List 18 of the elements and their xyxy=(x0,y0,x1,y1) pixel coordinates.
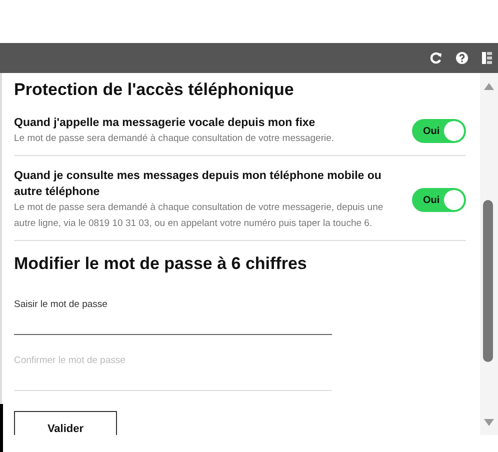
panel-icon[interactable] xyxy=(482,52,492,64)
scroll-thumb[interactable] xyxy=(483,200,493,362)
submit-button[interactable]: Valider xyxy=(14,411,117,435)
scroll-down-icon[interactable] xyxy=(484,419,494,426)
edge-mark xyxy=(0,404,3,452)
option-label: Quand je consulte mes messages depuis mon téléphone mobile ou autre téléphone xyxy=(14,169,382,200)
toggle-switch[interactable]: Oui xyxy=(412,188,466,212)
option-description: Le mot de passe sera demandé à chaque consultation de votre messagerie, depuis une autre ligne, via le 0819 10 31 03, ou en appelant votre numéro puis taper la touche 6. xyxy=(14,201,384,231)
section-title: Protection de l'accès téléphonique xyxy=(14,79,295,101)
help-icon[interactable] xyxy=(456,52,468,64)
password-field[interactable]: Saisir le mot de passe xyxy=(14,291,332,335)
scroll-up-icon[interactable] xyxy=(484,83,494,90)
option-label: Quand j'appelle ma messagerie vocale depuis mon fixe xyxy=(14,116,316,131)
scrollbar[interactable] xyxy=(480,73,498,435)
section-title: Modifier le mot de passe à 6 chiffres xyxy=(14,253,308,275)
refresh-icon[interactable] xyxy=(430,52,442,64)
toggle-switch[interactable]: Oui xyxy=(412,119,466,143)
option-description: Le mot de passe sera demandé à chaque consultation de votre messagerie. xyxy=(14,132,336,146)
